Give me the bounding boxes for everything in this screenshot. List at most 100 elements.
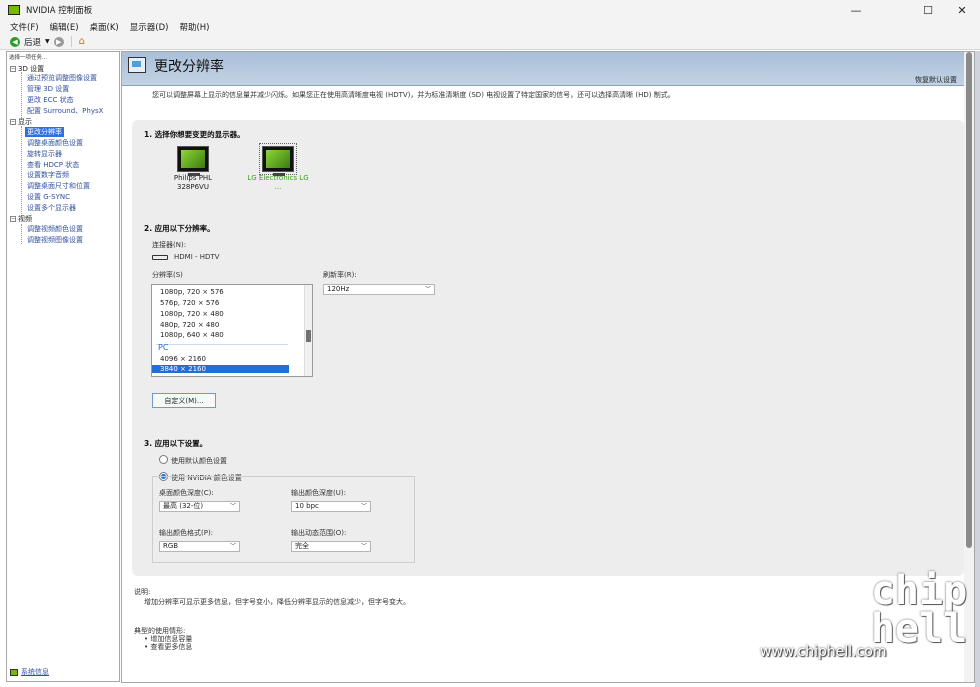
resolution-option[interactable]: 480p, 720 × 480 bbox=[160, 321, 219, 329]
resolution-option[interactable]: 576p, 720 × 576 bbox=[160, 299, 219, 307]
usage-item: • 增加信息容量 bbox=[144, 635, 193, 643]
toolbar-divider bbox=[70, 36, 72, 47]
background-window-edge bbox=[975, 51, 980, 687]
window-title: NVIDIA 控制面板 bbox=[26, 6, 93, 16]
task-label: 选择一项任务... bbox=[9, 55, 48, 61]
menu-desktop[interactable]: 桌面(K) bbox=[90, 21, 119, 33]
desktop-depth-label: 桌面颜色深度(C): bbox=[159, 489, 214, 497]
settings-panel: 1. 选择你想要变更的显示器。 Philips PHL 328P6VU LG El… bbox=[132, 120, 964, 576]
title-bar: NVIDIA 控制面板 — ☐ ✕ bbox=[0, 0, 980, 20]
display-resolution-icon bbox=[128, 57, 146, 73]
page-title: 更改分辨率 bbox=[154, 59, 224, 75]
page-description: 您可以调整屏幕上显示的信息量并减少闪烁。如果您正在使用高清晰度电视 (HDTV)… bbox=[152, 91, 675, 99]
display-label-philips[interactable]: Philips PHL 328P6VU bbox=[153, 174, 233, 192]
radio-default-color[interactable] bbox=[159, 455, 168, 464]
collapse-icon[interactable]: − bbox=[10, 119, 16, 125]
collapse-icon[interactable]: − bbox=[10, 66, 16, 72]
tree-line bbox=[21, 72, 22, 120]
tree-category-video[interactable]: − 视频 bbox=[10, 214, 32, 224]
back-arrow-icon[interactable]: ◀ bbox=[10, 36, 20, 47]
tree-item-digital-audio[interactable]: 设置数字音频 bbox=[27, 170, 69, 180]
tree-item-rotate-display[interactable]: 旋转显示器 bbox=[27, 149, 62, 159]
tree-item-desktop-size[interactable]: 调整桌面尺寸和位置 bbox=[27, 181, 90, 191]
connector-value: HDMI - HDTV bbox=[152, 253, 219, 261]
refresh-rate-select[interactable]: 120Hz ﹀ bbox=[323, 284, 435, 295]
close-button[interactable]: ✕ bbox=[944, 0, 980, 20]
tree-item-change-resolution[interactable]: 更改分辨率 bbox=[25, 127, 64, 137]
tree-category-display[interactable]: − 显示 bbox=[10, 117, 32, 127]
tree-item-hdcp[interactable]: 查看 HDCP 状态 bbox=[27, 160, 79, 170]
resolution-option[interactable]: 1080p, 720 × 480 bbox=[160, 310, 224, 318]
custom-resolution-button[interactable]: 自定义(M)... bbox=[152, 393, 216, 408]
menu-display[interactable]: 显示器(D) bbox=[130, 21, 169, 33]
resolution-list-scrollbar[interactable] bbox=[304, 285, 312, 376]
dynamic-range-label: 输出动态范围(O): bbox=[291, 529, 347, 537]
tree-line bbox=[21, 224, 22, 244]
usage-heading: 典型的使用情形: bbox=[134, 627, 186, 635]
tree-item-manage-3d[interactable]: 管理 3D 设置 bbox=[27, 84, 69, 94]
tree-item-desktop-color[interactable]: 调整桌面颜色设置 bbox=[27, 138, 83, 148]
tree-item-surround-physx[interactable]: 配置 Surround、PhysX bbox=[27, 106, 103, 116]
chevron-down-icon: ﹀ bbox=[360, 503, 367, 510]
display-label-lg[interactable]: LG Electronics LG... bbox=[238, 174, 318, 192]
tree-item-preview-image[interactable]: 通过预览调整图像设置 bbox=[27, 73, 97, 83]
step3-heading: 3. 应用以下设置。 bbox=[144, 439, 208, 448]
watermark-logo: chip hell bbox=[870, 568, 968, 652]
restore-defaults-link[interactable]: 恢复默认设置 bbox=[915, 75, 957, 85]
home-icon[interactable]: ⌂ bbox=[79, 36, 85, 47]
page-header: 更改分辨率 恢复默认设置 bbox=[122, 52, 965, 86]
chevron-down-icon: ﹀ bbox=[360, 543, 367, 550]
resolution-label: 分辨率(S) bbox=[152, 271, 183, 279]
collapse-icon[interactable]: − bbox=[10, 216, 16, 222]
resolution-option[interactable]: 1080p, 720 × 576 bbox=[160, 288, 224, 296]
nvidia-app-icon bbox=[8, 5, 20, 15]
output-format-label: 输出颜色格式(P): bbox=[159, 529, 214, 537]
tree-item-video-image[interactable]: 调整视频图像设置 bbox=[27, 235, 83, 245]
tree-item-ecc[interactable]: 更改 ECC 状态 bbox=[27, 95, 74, 105]
menu-file[interactable]: 文件(F) bbox=[10, 21, 39, 33]
menu-edit[interactable]: 编辑(E) bbox=[50, 21, 79, 33]
chiphell-watermark: chip hell www.chiphell.com bbox=[760, 568, 975, 664]
dynamic-range-select[interactable]: 完全 ﹀ bbox=[291, 541, 371, 552]
tree-line bbox=[21, 126, 22, 216]
connector-label: 连接器(N): bbox=[152, 241, 187, 249]
usage-section: 典型的使用情形: • 增加信息容量 • 查看更多信息 bbox=[134, 627, 192, 651]
monitor-icon[interactable] bbox=[259, 143, 297, 176]
menu-bar: 文件(F) 编辑(E) 桌面(K) 显示器(D) 帮助(H) bbox=[0, 20, 980, 34]
scrollbar-thumb[interactable] bbox=[966, 52, 972, 548]
output-depth-select[interactable]: 10 bpc ﹀ bbox=[291, 501, 371, 512]
system-info-link[interactable]: 系统信息 bbox=[10, 667, 49, 677]
watermark-url: www.chiphell.com bbox=[760, 644, 887, 660]
refresh-label: 刷新率(R): bbox=[323, 271, 357, 279]
notes-text: 增加分辨率可显示更多信息，但字号变小，降低分辨率显示的信息减少，但字号变大。 bbox=[144, 598, 410, 606]
minimize-button[interactable]: — bbox=[838, 0, 874, 20]
monitor-icon[interactable] bbox=[177, 146, 209, 176]
tree-item-multi-display[interactable]: 设置多个显示器 bbox=[27, 203, 76, 213]
desktop-depth-select[interactable]: 最高 (32-位) ﹀ bbox=[159, 501, 240, 512]
step1-heading: 1. 选择你想要变更的显示器。 bbox=[144, 130, 245, 139]
notes-section: 说明: 增加分辨率可显示更多信息，但字号变小，降低分辨率显示的信息减少，但字号变… bbox=[134, 587, 410, 607]
resolution-option[interactable]: 4096 × 2160 bbox=[160, 355, 206, 363]
group-divider bbox=[156, 344, 288, 345]
resolution-list[interactable]: 1080p, 720 × 576 576p, 720 × 576 1080p, … bbox=[151, 284, 313, 377]
usage-item: • 查看更多信息 bbox=[144, 643, 193, 651]
resolution-group-pc: PC bbox=[158, 343, 169, 352]
resolution-option-selected[interactable]: 3840 × 2160 bbox=[152, 365, 289, 373]
system-info-icon bbox=[10, 668, 18, 676]
tree-item-video-color[interactable]: 调整视频颜色设置 bbox=[27, 224, 83, 234]
notes-heading: 说明: bbox=[134, 588, 151, 596]
output-format-select[interactable]: RGB ﹀ bbox=[159, 541, 240, 552]
scrollbar-thumb[interactable] bbox=[306, 330, 311, 342]
radio-default-color-label[interactable]: 使用默认颜色设置 bbox=[171, 456, 227, 466]
toolbar: ◀ 后退 ▼ ▶ ⌂ bbox=[0, 34, 980, 50]
hdmi-icon bbox=[152, 254, 168, 260]
task-tree-panel: 选择一项任务... −3D 设置 通过预览调整图像设置 管理 3D 设置 更改 … bbox=[6, 51, 120, 682]
forward-arrow-icon[interactable]: ▶ bbox=[53, 36, 64, 47]
back-dropdown-icon[interactable]: ▼ bbox=[45, 38, 50, 45]
maximize-button[interactable]: ☐ bbox=[910, 0, 946, 20]
resolution-option[interactable]: 1080p, 640 × 480 bbox=[160, 331, 224, 339]
output-depth-label: 输出颜色深度(U): bbox=[291, 489, 346, 497]
back-button-label[interactable]: 后退 bbox=[24, 36, 41, 48]
menu-help[interactable]: 帮助(H) bbox=[179, 21, 209, 33]
tree-item-gsync[interactable]: 设置 G-SYNC bbox=[27, 192, 70, 202]
